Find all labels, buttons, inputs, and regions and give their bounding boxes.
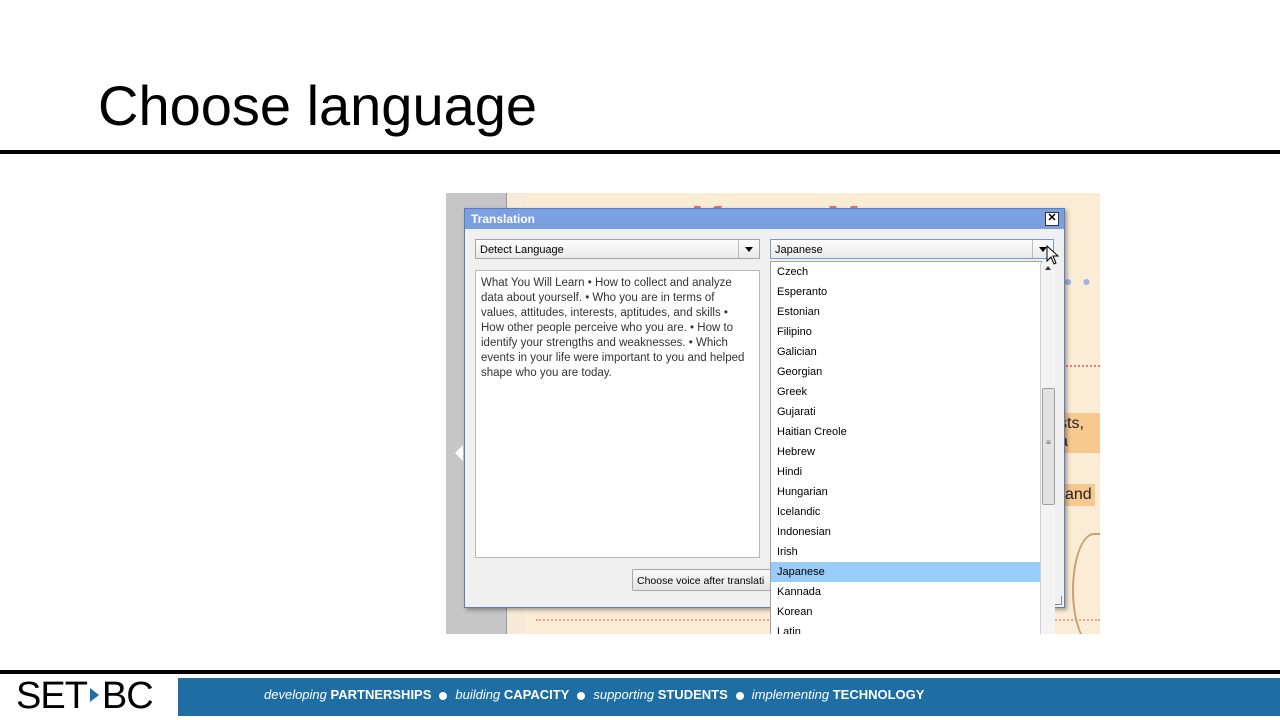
tagline-bullet bbox=[439, 691, 448, 700]
language-option[interactable]: Indonesian bbox=[771, 522, 1041, 542]
tagline-noun: CAPACITY bbox=[503, 687, 570, 702]
source-language-select[interactable]: Detect Language bbox=[475, 239, 760, 259]
footer-tagline-band: developing PARTNERSHIPS building CAPACITY… bbox=[178, 678, 1280, 716]
tagline-bullet bbox=[577, 691, 586, 700]
language-option[interactable]: Hungarian bbox=[771, 482, 1041, 502]
background-dotted-line bbox=[1066, 365, 1100, 367]
language-option[interactable]: Czech bbox=[771, 262, 1041, 282]
language-option[interactable]: Hebrew bbox=[771, 442, 1041, 462]
dialog-titlebar[interactable]: Translation ✕ bbox=[465, 209, 1064, 229]
language-option[interactable]: Georgian bbox=[771, 362, 1041, 382]
choose-voice-button[interactable]: Choose voice after translati bbox=[632, 569, 772, 591]
grip-icon: ≡ bbox=[1046, 438, 1051, 447]
dialog-title: Translation bbox=[471, 212, 536, 226]
tagline-verb: implementing bbox=[751, 687, 830, 702]
language-option[interactable]: Kannada bbox=[771, 582, 1041, 602]
title-divider bbox=[0, 150, 1280, 154]
tagline-item: developing PARTNERSHIPS bbox=[264, 687, 431, 702]
source-text-area[interactable]: What You Will Learn • How to collect and… bbox=[475, 270, 760, 558]
language-option[interactable]: Greek bbox=[771, 382, 1041, 402]
language-option[interactable]: Korean bbox=[771, 602, 1041, 622]
language-option[interactable]: Icelandic bbox=[771, 502, 1041, 522]
tagline-item: building CAPACITY bbox=[455, 687, 569, 702]
logo-arrow-icon bbox=[89, 687, 99, 702]
language-option[interactable]: Latin bbox=[771, 622, 1041, 634]
screenshot-panel: Know Yourse ● ● sts, a and Translation ✕… bbox=[446, 193, 1100, 634]
dropdown-arrow-icon[interactable] bbox=[738, 240, 759, 258]
language-dropdown-list[interactable]: Czech Esperanto Estonian Filipino Galician Ge… bbox=[770, 261, 1042, 634]
background-chip: and bbox=[1062, 484, 1095, 506]
background-dots: ● ● bbox=[1064, 273, 1094, 289]
language-option[interactable]: Irish bbox=[771, 542, 1041, 562]
target-language-select[interactable]: Japanese bbox=[770, 239, 1054, 259]
source-language-value: Detect Language bbox=[480, 244, 564, 256]
tagline-item: implementing TECHNOLOGY bbox=[752, 687, 925, 702]
tagline-noun: PARTNERSHIPS bbox=[330, 687, 432, 702]
target-language-value: Japanese bbox=[775, 244, 823, 256]
setbc-logo: SET BC bbox=[16, 674, 154, 718]
language-option[interactable]: Haitian Creole bbox=[771, 422, 1041, 442]
tagline-verb: developing bbox=[264, 687, 327, 702]
logo-text-right: BC bbox=[101, 675, 154, 717]
dropdown-scrollbar[interactable]: ≡ bbox=[1040, 263, 1055, 634]
tagline-verb: supporting bbox=[593, 687, 655, 702]
tagline-bullet bbox=[735, 691, 744, 700]
language-options: Czech Esperanto Estonian Filipino Galician Ge… bbox=[771, 262, 1041, 634]
footer-divider bbox=[0, 670, 1280, 674]
language-option[interactable]: Gujarati bbox=[771, 402, 1041, 422]
language-option[interactable]: Galician bbox=[771, 342, 1041, 362]
tagline-noun: STUDENTS bbox=[657, 687, 728, 702]
language-option[interactable]: Estonian bbox=[771, 302, 1041, 322]
collapse-arrow-icon[interactable] bbox=[455, 445, 463, 461]
logo-text-left: SET bbox=[16, 675, 88, 717]
scrollbar-thumb[interactable]: ≡ bbox=[1042, 388, 1055, 505]
language-option[interactable]: Japanese bbox=[771, 562, 1041, 582]
language-option[interactable]: Filipino bbox=[771, 322, 1041, 342]
language-option[interactable]: Esperanto bbox=[771, 282, 1041, 302]
slide-title: Choose language bbox=[98, 74, 538, 137]
language-option[interactable]: Hindi bbox=[771, 462, 1041, 482]
close-icon[interactable]: ✕ bbox=[1045, 212, 1059, 226]
tagline-verb: building bbox=[455, 687, 501, 702]
tagline-item: supporting STUDENTS bbox=[593, 687, 727, 702]
tagline-noun: TECHNOLOGY bbox=[832, 687, 925, 702]
